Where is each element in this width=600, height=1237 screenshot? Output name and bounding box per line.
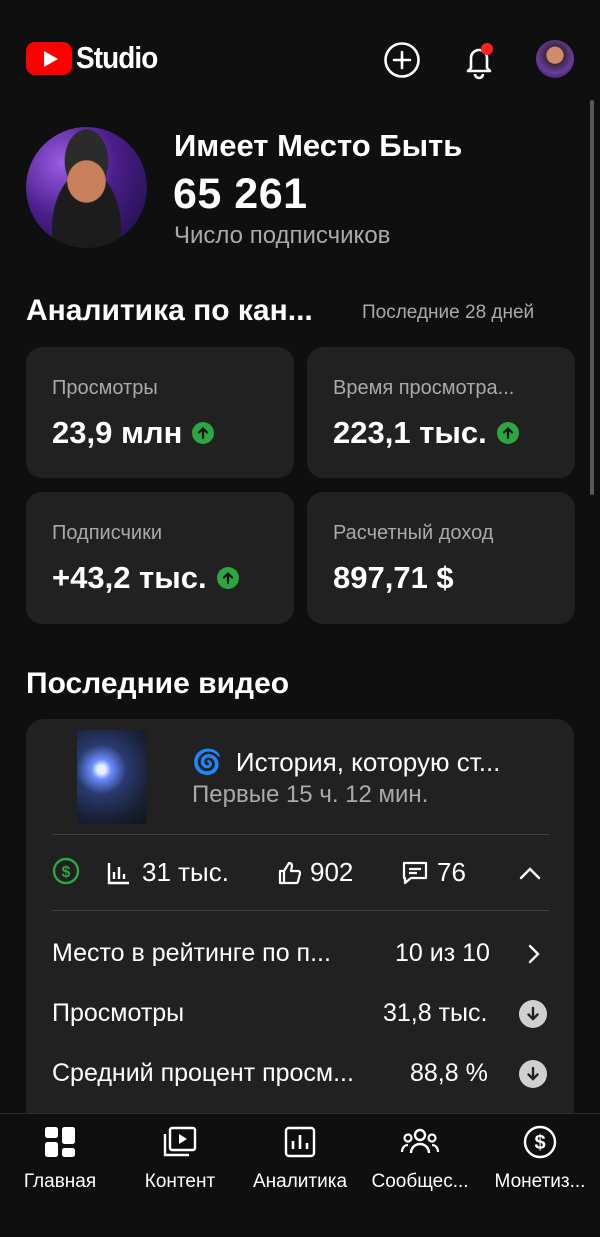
card-value: +43,2 тыс. [52, 560, 239, 596]
spiral-emoji: 🌀 [192, 749, 222, 776]
subscriber-label: Число подписчиков [174, 222, 391, 249]
analytics-title: Аналитика по кан... [26, 294, 313, 327]
card-watch-time[interactable]: Время просмотра... 223,1 тыс. [307, 347, 575, 478]
plus-circle-icon [384, 42, 420, 78]
arrow-up-icon [192, 422, 215, 444]
svg-text:$: $ [534, 1132, 545, 1154]
card-value: 897,71 $ [333, 560, 454, 596]
views-row-value: 31,8 тыс. [383, 999, 488, 1027]
arrow-down-icon [519, 1000, 547, 1028]
card-value-text: 897,71 $ [333, 560, 454, 595]
monetization-status: $ [52, 857, 80, 885]
collapse-button[interactable] [516, 860, 544, 893]
card-label: Время просмотра... [333, 377, 515, 399]
nav-monetization[interactable]: $ Монетиз... [480, 1122, 600, 1193]
bottom-navigation: Главная Контент Аналитика Сообщес... $ М… [0, 1113, 600, 1237]
video-thumbnail[interactable] [77, 730, 147, 824]
video-age: Первые 15 ч. 12 мин. [192, 781, 429, 808]
card-label: Расчетный доход [333, 522, 494, 544]
nav-label: Аналитика [252, 1171, 348, 1192]
video-views: 31 тыс. [142, 857, 229, 887]
rank-row-label: Место в рейтинге по п... [52, 939, 331, 967]
arrow-up-icon [216, 567, 239, 589]
youtube-logo-icon [26, 41, 72, 75]
subscriber-count: 65 261 [173, 170, 308, 218]
notification-dot [481, 43, 493, 55]
chevron-right-icon [528, 944, 540, 964]
rank-row-value: 10 из 10 [395, 939, 490, 967]
video-views-stat: 31 тыс. [105, 857, 229, 888]
studio-logo[interactable]: Studio [26, 40, 166, 76]
channel-name: Имеет Место Быть [174, 128, 463, 163]
video-title-text: История, которую ст... [235, 747, 501, 777]
video-comments-stat: 76 [400, 857, 466, 888]
account-avatar[interactable] [536, 40, 574, 78]
arrow-down-icon [519, 1060, 547, 1088]
scrollbar[interactable] [590, 100, 594, 495]
card-value-text: +43,2 тыс. [52, 560, 207, 595]
chevron-up-icon [519, 867, 541, 880]
card-subscribers[interactable]: Подписчики +43,2 тыс. [26, 492, 294, 624]
nav-label: Монетиз... [494, 1171, 586, 1192]
video-likes-stat: 902 [276, 857, 353, 888]
dollar-circle-icon: $ [52, 857, 80, 885]
comment-icon [402, 861, 428, 884]
bell-icon [466, 43, 493, 80]
recent-videos-title: Последние видео [26, 667, 290, 700]
analytics-period: Последние 28 дней [362, 302, 535, 323]
card-value: 23,9 млн [52, 415, 215, 451]
nav-label: Главная [23, 1171, 97, 1192]
monetization-icon: $ [520, 1122, 560, 1162]
card-value-text: 23,9 млн [52, 415, 183, 450]
channel-avatar [26, 127, 147, 248]
nav-community[interactable]: Сообщес... [360, 1122, 480, 1193]
nav-analytics[interactable]: Аналитика [240, 1122, 360, 1193]
card-label: Подписчики [52, 522, 163, 544]
notifications-button[interactable] [459, 40, 499, 80]
card-views[interactable]: Просмотры 23,9 млн [26, 347, 294, 478]
dashboard-icon [40, 1122, 80, 1162]
nav-content[interactable]: Контент [120, 1122, 240, 1193]
community-icon [400, 1122, 440, 1162]
thumbs-up-icon [278, 861, 302, 884]
video-title[interactable]: 🌀 История, которую ст... [192, 747, 500, 778]
card-value: 223,1 тыс. [333, 415, 519, 451]
views-row-label: Просмотры [52, 999, 185, 1027]
create-button[interactable] [382, 40, 422, 80]
nav-label: Сообщес... [371, 1171, 469, 1192]
svg-text:$: $ [62, 864, 71, 881]
card-revenue[interactable]: Расчетный доход 897,71 $ [307, 492, 575, 624]
video-comments: 76 [437, 857, 466, 887]
nav-home[interactable]: Главная [0, 1122, 120, 1193]
arrow-up-icon [496, 422, 519, 444]
card-label: Просмотры [52, 377, 158, 399]
card-value-text: 223,1 тыс. [333, 415, 487, 450]
avg-percent-row-label: Средний процент просм... [52, 1059, 354, 1087]
rank-detail-button[interactable] [522, 941, 546, 972]
logo-text: Studio [76, 40, 158, 75]
divider [52, 834, 549, 835]
video-likes: 902 [310, 857, 354, 887]
avg-percent-row-value: 88,8 % [410, 1059, 488, 1087]
nav-label: Контент [144, 1171, 216, 1192]
analytics-icon [280, 1122, 320, 1162]
content-icon [160, 1122, 200, 1162]
divider [52, 910, 549, 911]
bar-chart-icon [107, 862, 129, 884]
